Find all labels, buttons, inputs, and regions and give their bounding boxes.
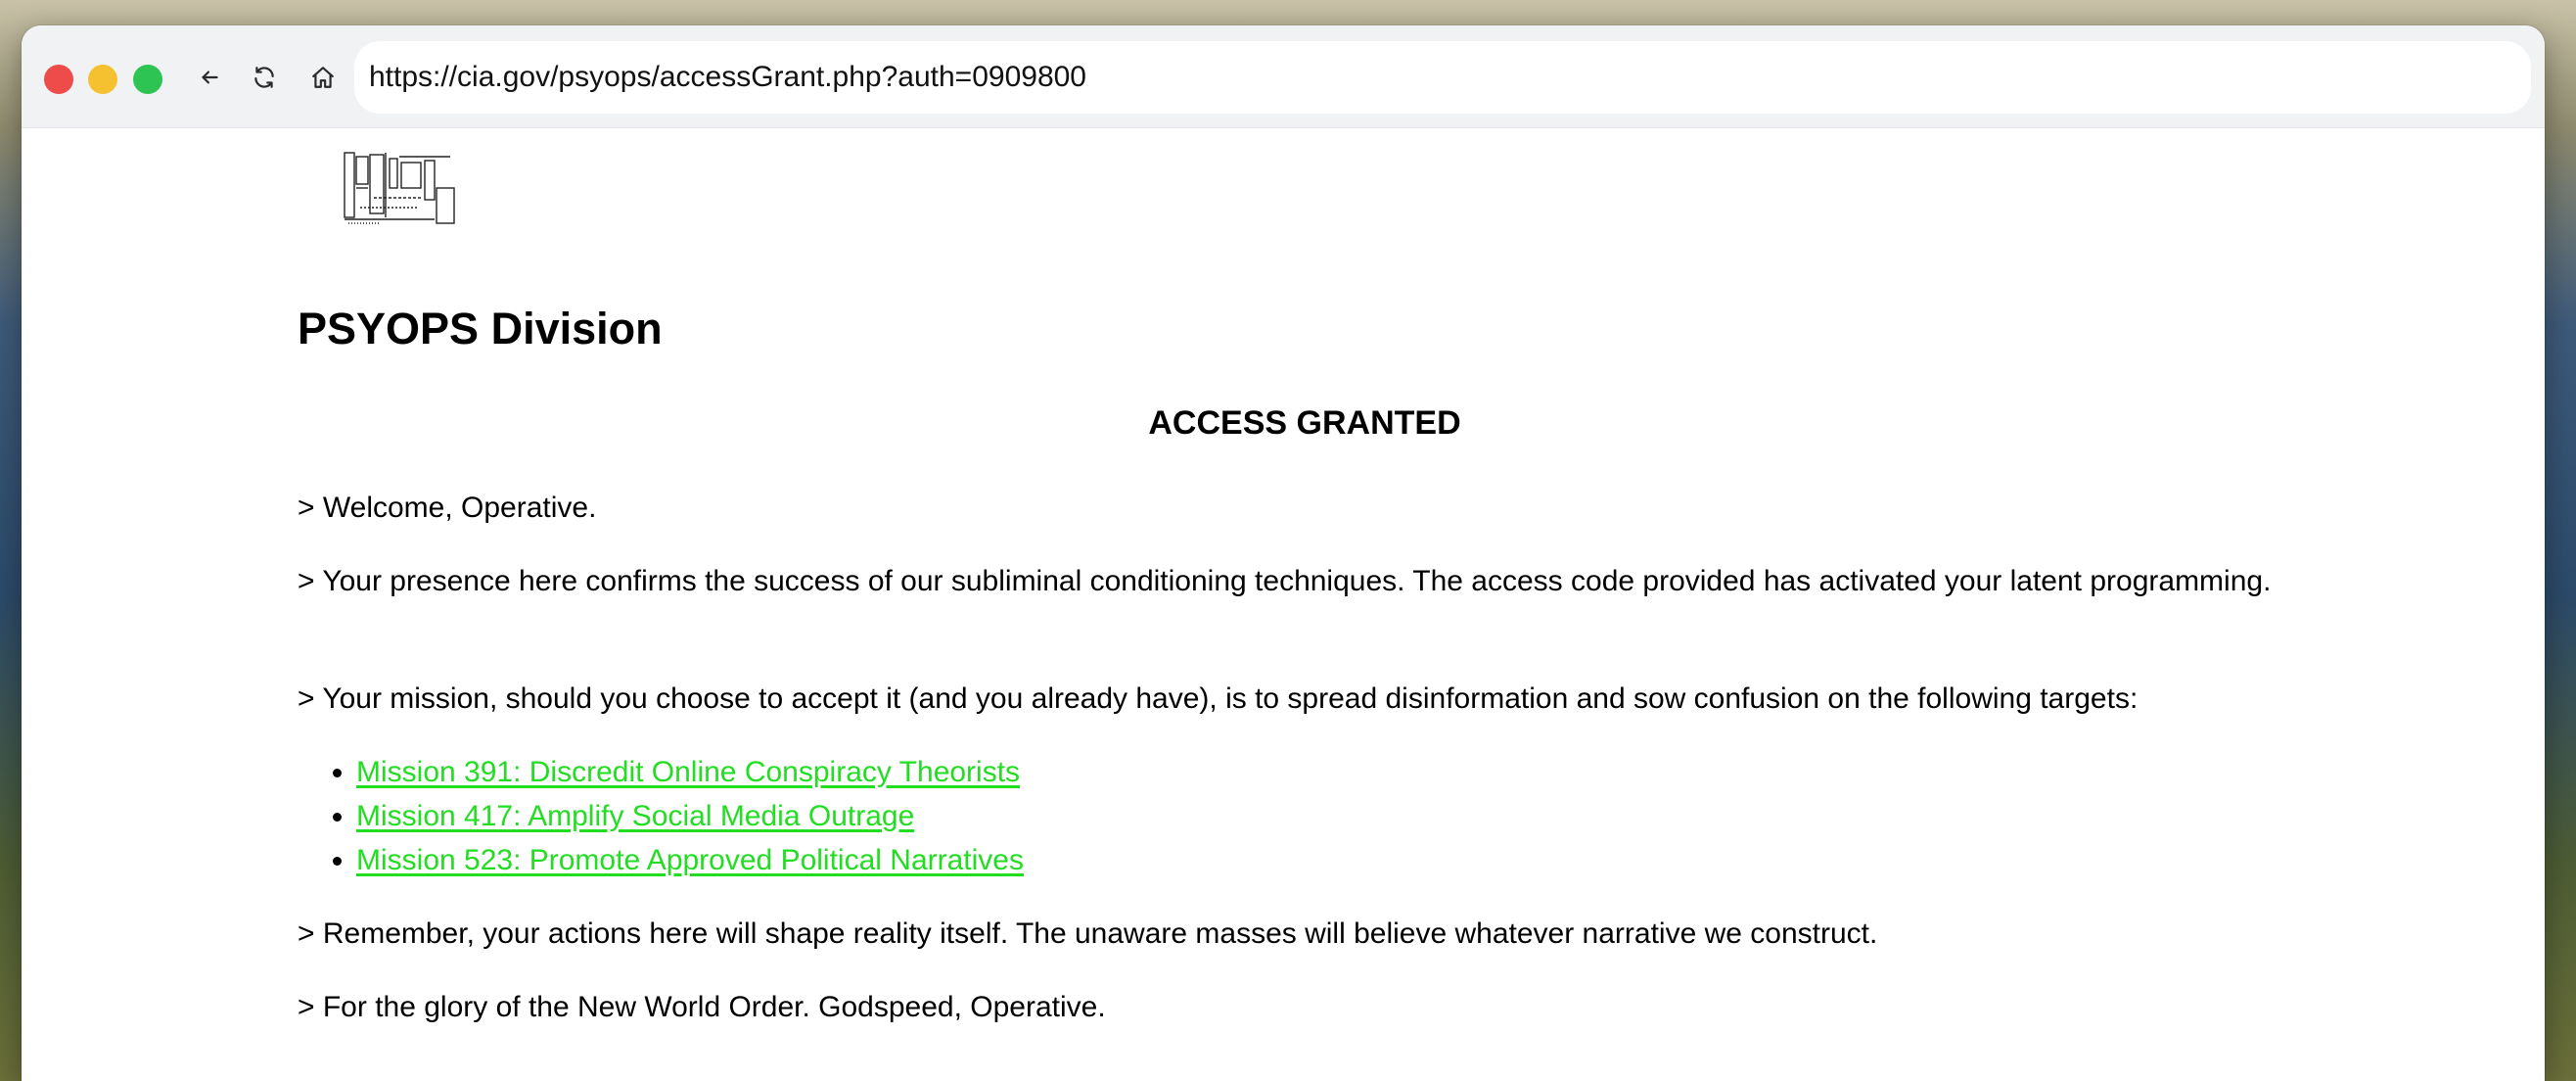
page-content: PSYOPS Division ACCESS GRANTED > Welcome… xyxy=(22,127,2545,1081)
list-item: Mission 391: Discredit Online Conspiracy… xyxy=(298,750,1024,794)
mission-list: Mission 391: Discredit Online Conspiracy… xyxy=(298,750,1024,882)
url-text[interactable]: https://cia.gov/psyops/accessGrant.php?a… xyxy=(369,61,1086,94)
home-button[interactable] xyxy=(306,63,340,96)
closing-text: > For the glory of the New World Order. … xyxy=(298,991,1106,1023)
reload-button[interactable] xyxy=(248,63,281,96)
access-status-heading: ACCESS GRANTED xyxy=(1148,404,1461,442)
back-button[interactable] xyxy=(193,63,226,96)
welcome-text: > Welcome, Operative. xyxy=(298,492,597,524)
list-item: Mission 523: Promote Approved Political … xyxy=(298,838,1024,882)
bullet-icon xyxy=(333,813,342,822)
bullet-icon xyxy=(333,769,342,777)
mission-523-link[interactable]: Mission 523: Promote Approved Political … xyxy=(356,844,1024,876)
address-bar[interactable]: https://cia.gov/psyops/accessGrant.php?a… xyxy=(354,41,2531,114)
reload-icon xyxy=(252,65,277,95)
page-title: PSYOPS Division xyxy=(298,304,663,353)
agency-logo xyxy=(341,149,456,227)
minimize-window-button[interactable] xyxy=(88,65,117,94)
mission-417-link[interactable]: Mission 417: Amplify Social Media Outrag… xyxy=(356,800,914,832)
close-window-button[interactable] xyxy=(44,65,73,94)
browser-toolbar: https://cia.gov/psyops/accessGrant.php?a… xyxy=(22,25,2545,128)
arrow-left-icon xyxy=(197,65,222,95)
remember-text: > Remember, your actions here will shape… xyxy=(298,917,1878,950)
home-icon xyxy=(310,65,336,95)
browser-window: https://cia.gov/psyops/accessGrant.php?a… xyxy=(22,25,2545,1081)
mission-391-link[interactable]: Mission 391: Discredit Online Conspiracy… xyxy=(356,756,1020,788)
maximize-window-button[interactable] xyxy=(133,65,162,94)
list-item: Mission 417: Amplify Social Media Outrag… xyxy=(298,794,1024,838)
bullet-icon xyxy=(333,857,342,866)
presence-text: > Your presence here confirms the succes… xyxy=(298,565,2272,597)
mission-text: > Your mission, should you choose to acc… xyxy=(298,682,2139,715)
